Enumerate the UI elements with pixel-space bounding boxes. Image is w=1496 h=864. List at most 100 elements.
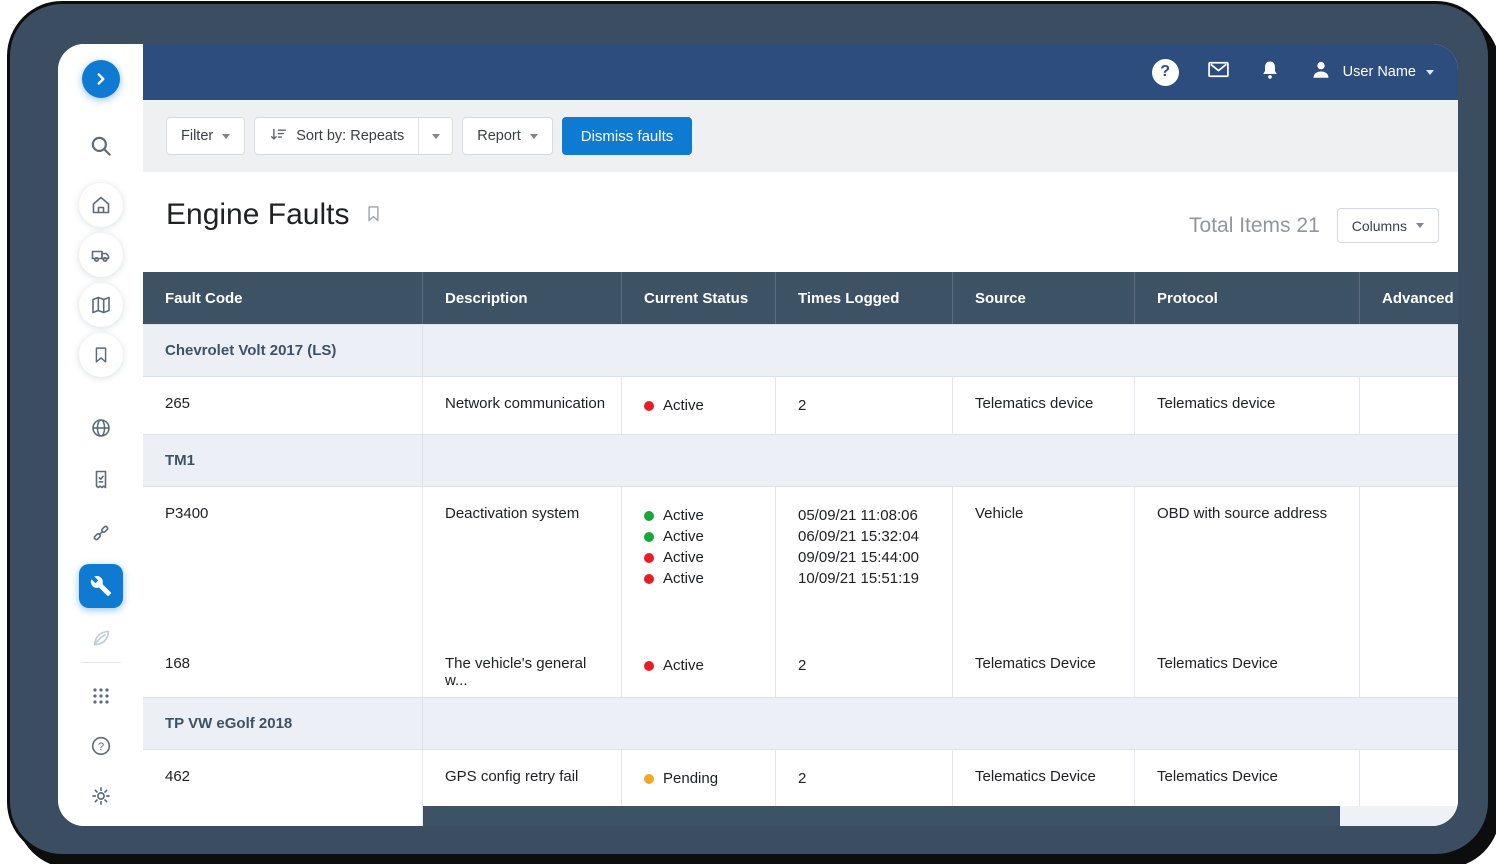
status-dot-icon	[644, 574, 654, 584]
user-menu[interactable]: User Name	[1309, 58, 1434, 87]
status-cell: Active	[622, 637, 776, 697]
caret-down-icon	[1416, 223, 1424, 228]
help-icon[interactable]: ?	[1152, 59, 1179, 86]
globe-icon	[89, 416, 113, 440]
time-entry: 09/09/21 15:44:00	[798, 547, 942, 568]
status-dot-icon	[644, 532, 654, 542]
status-dot-icon	[644, 401, 654, 411]
status-dot-icon	[644, 774, 654, 784]
sort-icon	[269, 125, 287, 147]
topbar: ? User Name	[143, 44, 1458, 100]
horizontal-scrollbar-thumb[interactable]	[423, 806, 1340, 826]
vehicle-group-name: TP VW eGolf 2018	[143, 698, 423, 749]
sidebar-item-search[interactable]	[79, 124, 123, 168]
report-button-label: Report	[477, 128, 521, 144]
page-title-text: Engine Faults	[166, 198, 349, 232]
vehicle-group-row: TP VW eGolf 2018	[143, 697, 1458, 750]
vehicle-group-spacer	[423, 698, 1458, 749]
sort-dropdown-toggle[interactable]	[418, 118, 452, 154]
sidebar-item-engine-faults[interactable]	[79, 564, 123, 608]
table-row[interactable]: 168The vehicle's general w...Active2Tele…	[143, 637, 1458, 697]
caret-down-icon	[432, 134, 440, 139]
protocol-cell: OBD with source address	[1135, 487, 1360, 637]
status-label: Active	[663, 549, 704, 566]
engine-faults-table: Fault Code Description Current Status Ti…	[143, 272, 1458, 826]
sidebar-item-help[interactable]: ?	[79, 724, 123, 768]
fault-code-cell: 462	[143, 750, 423, 826]
column-header-advanced[interactable]: Advanced	[1360, 272, 1458, 324]
columns-button[interactable]: Columns	[1337, 208, 1439, 243]
faults-table-body: Chevrolet Volt 2017 (LS)265Network commu…	[143, 324, 1458, 826]
sidebar-item-apps[interactable]	[79, 674, 123, 718]
bookmark-icon	[90, 344, 112, 366]
column-header-protocol[interactable]: Protocol	[1135, 272, 1360, 324]
sidebar-item-inspections[interactable]	[79, 458, 123, 502]
column-header-description[interactable]: Description	[423, 272, 622, 324]
status-indicator: Active	[644, 505, 765, 526]
sidebar-item-eco[interactable]	[79, 616, 123, 660]
caret-down-icon	[222, 134, 230, 139]
status-indicator: Active	[644, 547, 765, 568]
vehicle-group-row: Chevrolet Volt 2017 (LS)	[143, 324, 1458, 377]
status-label: Active	[663, 528, 704, 545]
home-icon	[89, 193, 113, 217]
dismiss-faults-button[interactable]: Dismiss faults	[562, 117, 693, 155]
status-label: Pending	[663, 770, 718, 787]
protocol-cell: Telematics device	[1135, 377, 1360, 434]
protocol-cell: Telematics Device	[1135, 637, 1360, 697]
mail-icon[interactable]	[1206, 57, 1231, 87]
chevron-right-icon	[90, 68, 112, 90]
status-dot-icon	[644, 511, 654, 521]
vehicle-group-row: TM1	[143, 434, 1458, 487]
sidebar-item-vehicles[interactable]	[79, 233, 123, 277]
sidebar-item-map[interactable]	[79, 283, 123, 327]
sidebar-item-settings[interactable]	[79, 774, 123, 818]
column-header-source[interactable]: Source	[953, 272, 1135, 324]
status-label: Active	[663, 507, 704, 524]
sidebar-item-bookmarks[interactable]	[79, 333, 123, 377]
column-header-current-status[interactable]: Current Status	[622, 272, 776, 324]
times-logged-cell: 2	[776, 637, 953, 697]
sidebar-item-connectivity[interactable]	[79, 511, 123, 555]
columns-button-label: Columns	[1352, 218, 1407, 234]
times-logged-cell: 2	[776, 377, 953, 434]
time-entry: 2	[798, 655, 942, 676]
table-row[interactable]: 265Network communicationActive2Telematic…	[143, 377, 1458, 434]
advanced-cell	[1360, 487, 1458, 637]
description-cell: Network communication	[423, 377, 622, 434]
time-entry: 06/09/21 15:32:04	[798, 526, 942, 547]
sidebar-item-home[interactable]	[79, 183, 123, 227]
title-row: Engine Faults Total Items 21 Columns	[143, 172, 1458, 272]
svg-text:?: ?	[97, 741, 103, 753]
vehicle-group-spacer	[423, 435, 1458, 486]
apps-grid-icon	[89, 684, 113, 708]
bell-icon[interactable]	[1258, 58, 1282, 87]
report-button[interactable]: Report	[462, 117, 553, 155]
table-row[interactable]: P3400Deactivation systemActiveActiveActi…	[143, 487, 1458, 637]
app-window: ? ? User Name	[58, 44, 1458, 826]
column-header-times-logged[interactable]: Times Logged	[776, 272, 953, 324]
bookmark-page-icon[interactable]	[363, 198, 384, 232]
wrench-icon	[90, 575, 112, 597]
time-entry: 05/09/21 11:08:06	[798, 505, 942, 526]
vehicle-group-spacer	[423, 325, 1458, 376]
source-cell: Telematics device	[953, 377, 1135, 434]
description-cell: The vehicle's general w...	[423, 637, 622, 697]
sidebar-expand-button[interactable]	[82, 60, 120, 98]
sort-button[interactable]: Sort by: Repeats	[254, 117, 453, 155]
leaf-icon	[89, 626, 113, 650]
time-entry: 2	[798, 768, 942, 789]
connector-icon	[89, 521, 113, 545]
total-items-label: Total Items 21	[1189, 214, 1320, 238]
sidebar-item-zones[interactable]	[79, 406, 123, 450]
status-label: Active	[663, 657, 704, 674]
filter-button[interactable]: Filter	[166, 117, 245, 155]
sort-button-main[interactable]: Sort by: Repeats	[255, 118, 418, 154]
times-logged-cell: 05/09/21 11:08:0606/09/21 15:32:0409/09/…	[776, 487, 953, 637]
inspection-icon	[89, 468, 113, 492]
status-indicator: Active	[644, 655, 765, 676]
status-dot-icon	[644, 661, 654, 671]
horizontal-scrollbar[interactable]	[423, 806, 1458, 826]
status-cell: ActiveActiveActiveActive	[622, 487, 776, 637]
column-header-fault-code[interactable]: Fault Code	[143, 272, 423, 324]
